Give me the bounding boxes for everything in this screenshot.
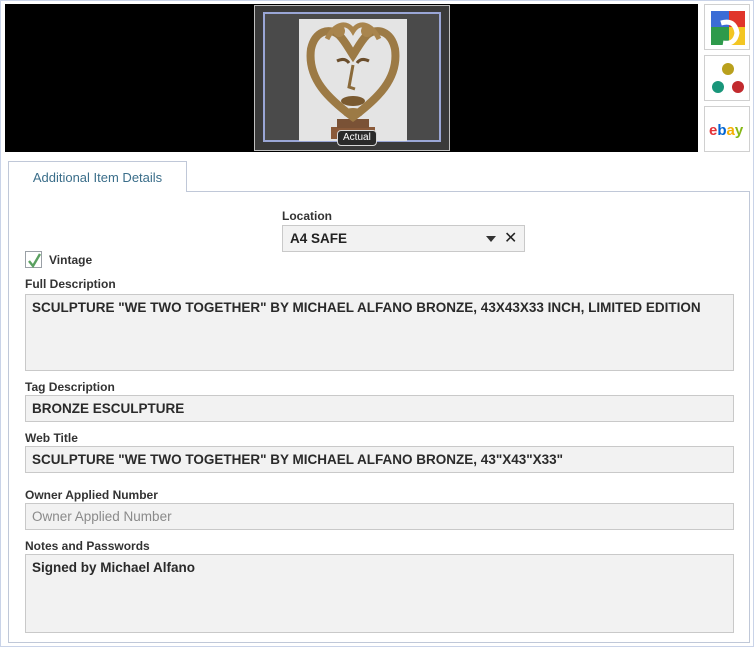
checkmark-icon — [28, 253, 42, 269]
notes-field[interactable]: Signed by Michael Alfano — [25, 554, 734, 633]
clear-icon[interactable]: ✕ — [504, 228, 517, 248]
dots-icon — [712, 63, 744, 93]
full-description-field[interactable]: SCULPTURE "WE TWO TOGETHER" BY MICHAEL A… — [25, 294, 734, 371]
image-viewer: Actual — [5, 4, 698, 152]
vintage-checkbox[interactable] — [25, 251, 42, 269]
location-value: A4 SAFE — [290, 231, 348, 246]
additional-details-panel: Location A4 SAFE ✕ Vintage Full Descript… — [8, 191, 750, 643]
ebay-button[interactable]: ebay — [704, 106, 750, 152]
owner-applied-number-label: Owner Applied Number — [25, 488, 158, 502]
owner-applied-number-placeholder: Owner Applied Number — [32, 509, 172, 524]
svg-text:ebay: ebay — [709, 122, 744, 139]
location-label: Location — [282, 209, 332, 223]
web-title-field[interactable]: SCULPTURE "WE TWO TOGETHER" BY MICHAEL A… — [25, 446, 734, 473]
sculpture-photo — [299, 19, 407, 141]
item-details-window: Actual ebay Additional Item Details Loca… — [0, 0, 754, 647]
tag-description-label: Tag Description — [25, 380, 115, 394]
tag-description-field[interactable]: BRONZE ESCULPTURE — [25, 395, 734, 422]
location-dropdown[interactable]: A4 SAFE ✕ — [282, 225, 525, 252]
owner-applied-number-field[interactable]: Owner Applied Number — [25, 503, 734, 530]
chevron-down-icon[interactable] — [486, 236, 496, 242]
google-icon — [707, 7, 749, 49]
google-search-button[interactable] — [704, 4, 750, 50]
tab-additional-item-details[interactable]: Additional Item Details — [8, 161, 187, 192]
vintage-label: Vintage — [49, 253, 93, 267]
colored-dots-button[interactable] — [704, 55, 750, 101]
web-title-label: Web Title — [25, 431, 78, 445]
image-thumbnail[interactable]: Actual — [254, 5, 450, 151]
notes-label: Notes and Passwords — [25, 539, 150, 553]
image-thumbnail-frame: Actual — [263, 12, 441, 146]
actual-size-badge[interactable]: Actual — [337, 130, 377, 146]
ebay-icon: ebay — [709, 122, 744, 139]
full-description-label: Full Description — [25, 277, 116, 291]
